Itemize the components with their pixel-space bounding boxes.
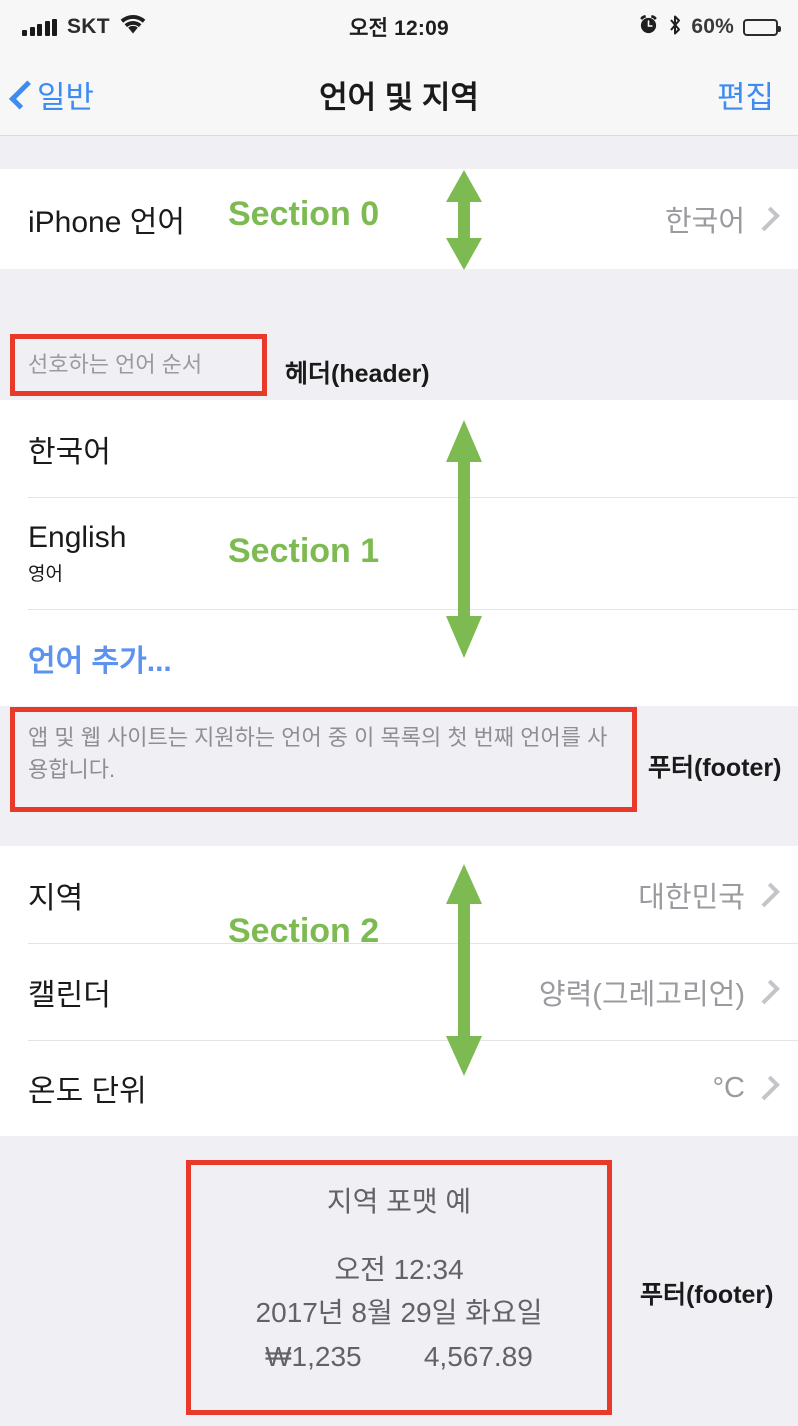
- section1-top-gap: [0, 269, 798, 331]
- annotation-header-label: 헤더(header): [285, 360, 430, 388]
- edit-button[interactable]: 편집: [717, 72, 774, 117]
- row-value: 한국어: [664, 206, 745, 238]
- row-korean[interactable]: 한국어: [0, 400, 798, 497]
- alarm-clock-icon: [638, 14, 659, 40]
- row-value: 대한민국: [638, 881, 745, 914]
- section0-group: iPhone 언어 한국어: [0, 169, 798, 269]
- chevron-right-icon: [755, 979, 780, 1004]
- annotation-section2-arrow: [446, 864, 482, 1076]
- section0-top-gap: [0, 136, 798, 169]
- iphone-settings-screen: SKT 오전 12:09 60% 일반 언어 및 지역 편집 iPhone 언어…: [0, 0, 798, 1426]
- row-value: 양력(그레고리언): [538, 978, 745, 1011]
- row-value: °C: [712, 1071, 745, 1104]
- row-title: 캘린더: [28, 978, 111, 1012]
- row-english[interactable]: English 영어: [0, 497, 798, 609]
- row-iphone-language[interactable]: iPhone 언어 한국어: [0, 169, 798, 269]
- section2-group: 지역 대한민국 캘린더 양력(그레고리언) 온도 단위 °C: [0, 846, 798, 1136]
- row-temperature-unit[interactable]: 온도 단위 °C: [0, 1040, 798, 1136]
- row-accessory: 한국어: [664, 198, 780, 240]
- chevron-right-icon: [755, 206, 780, 232]
- bluetooth-icon: [668, 14, 682, 41]
- section2-top-gap: [0, 816, 798, 846]
- annotation-section0-arrow: [446, 170, 482, 270]
- annotation-section1-label: Section 1: [228, 532, 380, 570]
- status-bar: SKT 오전 12:09 60%: [0, 0, 798, 54]
- back-button-label: 일반: [37, 80, 95, 115]
- row-subtitle: 영어: [28, 563, 63, 585]
- section1-footer-text: 앱 및 웹 사이트는 지원하는 언어 중 이 목록의 첫 번째 언어를 사용합니…: [28, 725, 608, 782]
- row-title: 지역: [28, 881, 84, 915]
- example-numbers: ₩1,235 4,567.89: [265, 1340, 533, 1372]
- row-region[interactable]: 지역 대한민국: [0, 846, 798, 943]
- annotation-section0-label: Section 0: [228, 195, 380, 233]
- annotation-section2-label: Section 2: [228, 912, 380, 950]
- battery-icon: [743, 18, 781, 36]
- region-format-example-title: 지역 포맷 예: [326, 1186, 472, 1217]
- back-button[interactable]: 일반: [9, 72, 95, 117]
- row-title: 한국어: [28, 435, 111, 469]
- navigation-bar: 일반 언어 및 지역 편집: [0, 54, 798, 136]
- row-title: English: [28, 520, 127, 554]
- row-calendar[interactable]: 캘린더 양력(그레고리언): [0, 943, 798, 1040]
- page-title: 언어 및 지역: [319, 80, 479, 115]
- annotation-section1-arrow: [446, 420, 482, 658]
- row-accessory: °C: [712, 1071, 780, 1105]
- chevron-right-icon: [755, 882, 780, 907]
- section1-group: 한국어 English 영어 언어 추가...: [0, 400, 798, 706]
- status-bar-right: 60%: [638, 0, 781, 54]
- status-bar-clock: 오전 12:09: [349, 17, 449, 40]
- annotation-footer2-label: 푸터(footer): [640, 1281, 774, 1309]
- annotation-footer1-label: 푸터(footer): [648, 754, 782, 782]
- section1-header-label: 선호하는 언어 순서: [28, 352, 203, 377]
- row-title: iPhone 언어: [28, 206, 185, 239]
- battery-percent-label: 60%: [691, 15, 734, 38]
- row-text-stack: English 영어: [28, 521, 126, 586]
- chevron-right-icon: [755, 1075, 780, 1101]
- row-accessory: 대한민국: [638, 874, 780, 916]
- row-title: 언어 추가...: [28, 644, 172, 678]
- row-accessory: 양력(그레고리언): [538, 971, 780, 1013]
- row-add-language[interactable]: 언어 추가...: [0, 609, 798, 706]
- row-title: 온도 단위: [28, 1075, 147, 1108]
